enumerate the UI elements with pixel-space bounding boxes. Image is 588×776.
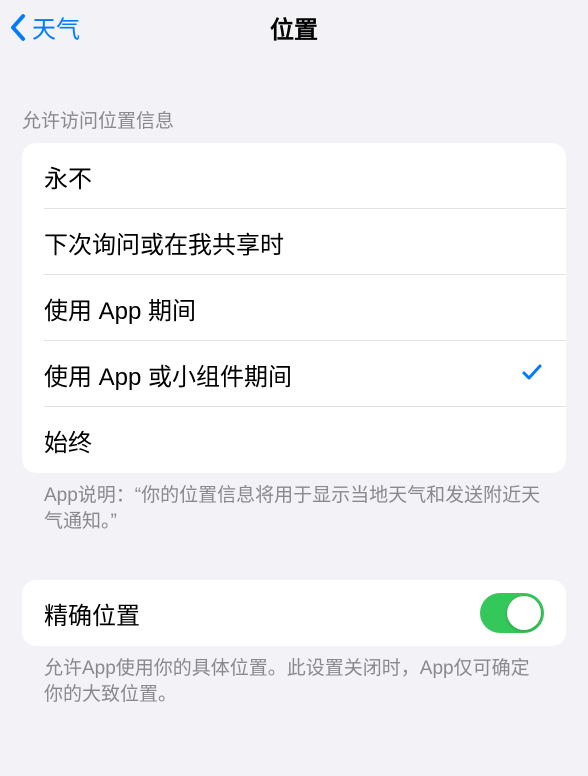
spacer (0, 534, 588, 580)
location-option-label: 使用 App 或小组件期间 (44, 357, 292, 392)
back-button[interactable]: 天气 (8, 10, 80, 45)
location-option-row[interactable]: 使用 App 或小组件期间 (22, 341, 566, 407)
back-label: 天气 (32, 10, 80, 45)
location-option-label: 始终 (44, 423, 92, 458)
navbar: 天气 位置 (0, 0, 588, 54)
location-access-group: 永不下次询问或在我共享时使用 App 期间使用 App 或小组件期间始终 (22, 143, 566, 473)
location-option-row[interactable]: 永不 (22, 143, 566, 209)
chevron-left-icon (8, 13, 28, 41)
switch-knob (507, 596, 541, 630)
precise-location-row[interactable]: 精确位置 (22, 580, 566, 646)
precise-location-footer: 允许App使用你的具体位置。此设置关闭时，App仅可确定你的大致位置。 (22, 646, 566, 707)
location-option-row[interactable]: 始终 (22, 407, 566, 473)
precise-location-switch[interactable] (480, 593, 544, 633)
location-option-row[interactable]: 下次询问或在我共享时 (22, 209, 566, 275)
location-option-label: 使用 App 期间 (44, 291, 196, 326)
location-access-header: 允许访问位置信息 (0, 54, 588, 143)
location-option-label: 永不 (44, 159, 92, 194)
location-option-label: 下次询问或在我共享时 (44, 225, 284, 260)
location-access-footer: App说明：“你的位置信息将用于显示当地天气和发送附近天气通知。” (22, 473, 566, 534)
checkmark-icon (520, 360, 544, 389)
page-title: 位置 (270, 10, 318, 45)
location-option-row[interactable]: 使用 App 期间 (22, 275, 566, 341)
precise-group: 精确位置 (22, 580, 566, 646)
precise-location-label: 精确位置 (44, 596, 140, 631)
